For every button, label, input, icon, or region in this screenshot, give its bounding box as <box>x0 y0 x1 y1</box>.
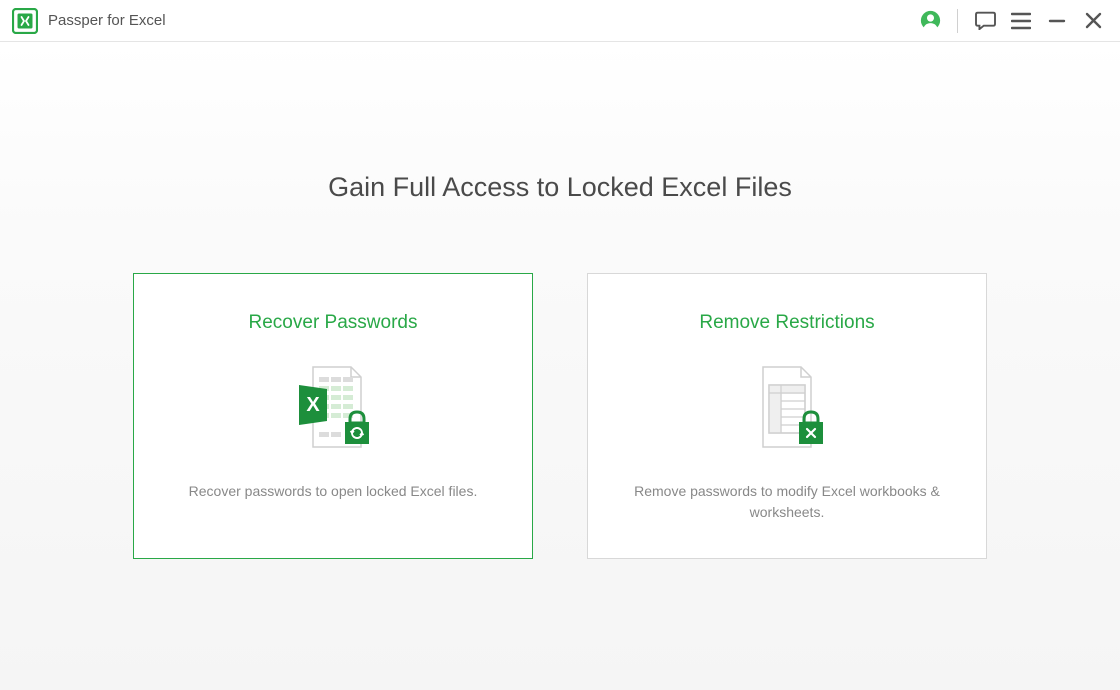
remove-restrictions-card[interactable]: Remove Restrictions <box>587 273 987 559</box>
app-title: Passper for Excel <box>48 12 166 29</box>
main-content: Gain Full Access to Locked Excel Files R… <box>0 42 1120 690</box>
titlebar: Passper for Excel <box>0 0 1120 42</box>
title-right <box>919 9 1104 33</box>
user-icon[interactable] <box>919 10 941 32</box>
svg-text:X: X <box>306 394 320 416</box>
minimize-icon[interactable] <box>1046 10 1068 32</box>
page-heading: Gain Full Access to Locked Excel Files <box>0 172 1120 203</box>
recover-passwords-card[interactable]: Recover Passwords <box>133 273 533 559</box>
card-description: Remove passwords to modify Excel workboo… <box>608 481 966 523</box>
card-container: Recover Passwords <box>0 273 1120 559</box>
title-left: Passper for Excel <box>12 8 166 34</box>
divider <box>957 9 958 33</box>
card-description: Recover passwords to open locked Excel f… <box>154 481 512 502</box>
app-logo-icon <box>12 8 38 34</box>
menu-icon[interactable] <box>1010 10 1032 32</box>
feedback-icon[interactable] <box>974 10 996 32</box>
recover-passwords-icon: X <box>154 359 512 459</box>
close-icon[interactable] <box>1082 10 1104 32</box>
card-title: Recover Passwords <box>154 312 512 334</box>
card-title: Remove Restrictions <box>608 312 966 334</box>
remove-restrictions-icon <box>608 359 966 459</box>
